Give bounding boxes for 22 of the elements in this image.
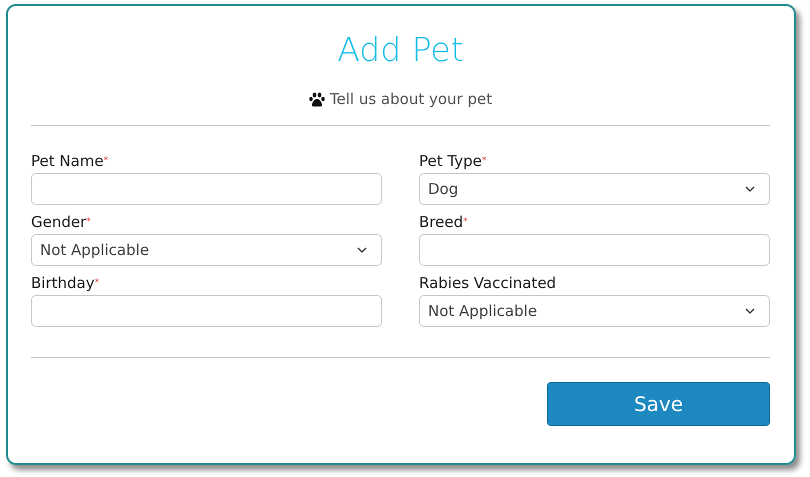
input-field[interactable]: [31, 173, 382, 205]
caret-icon: [357, 247, 367, 253]
caret-icon: [745, 308, 755, 314]
select-field[interactable]: Dog: [419, 173, 770, 205]
input-field[interactable]: [31, 295, 382, 327]
save-button[interactable]: Save: [547, 382, 770, 426]
field-label: Pet Type*: [419, 152, 488, 170]
select-value: Not Applicable: [428, 302, 538, 320]
form-subtitle: Tell us about your pet: [330, 90, 492, 108]
input-field[interactable]: [419, 234, 770, 266]
field-label: Pet Name*: [31, 152, 110, 170]
field-label: Breed*: [419, 213, 469, 231]
field-label: Birthday*: [31, 274, 100, 292]
field-label: Rabies Vaccinated: [419, 274, 558, 292]
select-value: Not Applicable: [40, 241, 150, 259]
paw-icon: [308, 92, 325, 106]
caret-icon: [745, 186, 755, 192]
form-title: Add Pet: [336, 29, 465, 71]
select-value: Dog: [428, 180, 458, 198]
field-label: Gender*: [31, 213, 92, 231]
select-field[interactable]: Not Applicable: [31, 234, 382, 266]
select-field[interactable]: Not Applicable: [419, 295, 770, 327]
